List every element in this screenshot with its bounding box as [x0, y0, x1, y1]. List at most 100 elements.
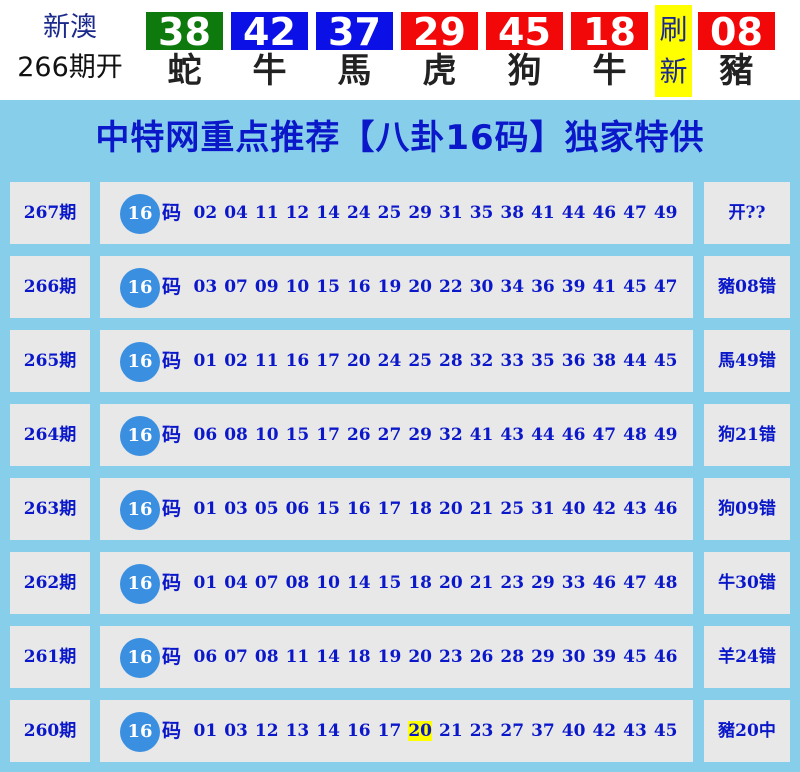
number-item: 21 — [466, 573, 497, 593]
prediction-table: 267期 16 码 02 04 11 12 14 24 25 29 31 35 38 41 44 46 47 49 开… — [0, 174, 800, 772]
number-item: 42 — [589, 721, 620, 741]
number-text: 35 — [531, 351, 555, 371]
number-item: 16 — [282, 351, 313, 371]
number-item: 27 — [497, 721, 528, 741]
result-cell: 羊24错 — [704, 626, 790, 688]
number-text: 42 — [592, 721, 617, 741]
number-item: 12 — [282, 203, 313, 223]
ball-number: 45 — [486, 12, 563, 52]
number-text: 31 — [531, 499, 555, 519]
number-item: 37 — [528, 721, 559, 741]
number-item: 20 — [405, 721, 436, 741]
number-text: 25 — [408, 351, 432, 371]
number-text: 15 — [316, 277, 340, 297]
table-row: 261期 16 码 06 07 08 11 14 18 19 20 23 26 28 29 30 39 45 46 羊… — [0, 622, 800, 692]
number-text: 27 — [500, 721, 525, 741]
result-cell: 豬08错 — [704, 256, 790, 318]
ball-1: 38 蛇 — [146, 12, 223, 92]
number-item: 31 — [436, 203, 467, 223]
table-row: 262期 16 码 01 04 07 08 10 14 15 18 20 21 23 29 33 46 47 48 牛… — [0, 548, 800, 618]
number-text: 22 — [439, 277, 463, 297]
number-item: 01 — [190, 351, 221, 371]
number-text: 32 — [439, 425, 463, 445]
ball-5: 45 狗 — [486, 12, 563, 92]
number-item: 21 — [466, 499, 497, 519]
period-cell: 267期 — [10, 182, 90, 244]
number-text: 07 — [254, 573, 279, 593]
number-item: 20 — [436, 499, 467, 519]
number-text: 29 — [531, 647, 555, 667]
number-item: 35 — [466, 203, 497, 223]
number-text: 23 — [469, 721, 494, 741]
number-item: 42 — [589, 499, 620, 519]
draw-number: 266期开 — [17, 52, 123, 83]
number-item: 46 — [650, 499, 681, 519]
number-item: 45 — [650, 351, 681, 371]
number-item: 02 — [221, 351, 252, 371]
number-text: 28 — [500, 647, 525, 667]
table-row: 265期 16 码 01 02 11 16 17 20 24 25 28 32 33 35 36 38 44 45 馬… — [0, 326, 800, 396]
number-text: 01 — [193, 499, 218, 519]
ma-label: 码 — [162, 276, 182, 298]
number-item: 29 — [528, 573, 559, 593]
number-text: 25 — [500, 499, 525, 519]
number-item: 13 — [282, 721, 313, 741]
number-text: 20 — [408, 277, 432, 297]
number-item: 44 — [558, 203, 589, 223]
number-item: 46 — [589, 203, 620, 223]
refresh-label-1: 刷 — [659, 13, 688, 46]
number-text: 16 — [346, 721, 371, 741]
number-text: 14 — [346, 573, 371, 593]
number-text: 46 — [592, 573, 617, 593]
number-item: 35 — [528, 351, 559, 371]
number-item: 14 — [313, 203, 344, 223]
number-item: 11 — [282, 647, 313, 667]
number-item: 03 — [221, 499, 252, 519]
numbers-cell: 16 码 01 03 12 13 14 16 17 20 21 23 27 37 40 42 43 45 — [100, 700, 693, 762]
number-text: 03 — [224, 499, 248, 519]
number-item: 28 — [497, 647, 528, 667]
table-row: 264期 16 码 06 08 10 15 17 26 27 29 32 41 43 44 46 47 48 49 狗… — [0, 400, 800, 470]
number-item: 29 — [405, 203, 436, 223]
number-text: 09 — [254, 277, 279, 297]
number-text: 10 — [285, 277, 310, 297]
number-item: 07 — [221, 277, 252, 297]
result-cell: 狗09错 — [704, 478, 790, 540]
number-item: 40 — [558, 721, 589, 741]
number-item: 29 — [528, 647, 559, 667]
number-item: 49 — [650, 203, 681, 223]
number-text: 31 — [439, 203, 463, 223]
number-text: 14 — [316, 647, 340, 667]
number-text: 19 — [377, 277, 402, 297]
period-cell: 263期 — [10, 478, 90, 540]
number-item: 49 — [650, 425, 681, 445]
count-badge: 16 — [120, 638, 160, 678]
number-text: 01 — [193, 721, 218, 741]
number-text: 23 — [500, 573, 525, 593]
numbers-cell: 16 码 01 02 11 16 17 20 24 25 28 32 33 35 36 38 44 45 — [100, 330, 693, 392]
number-item: 11 — [251, 351, 282, 371]
refresh-button[interactable]: 刷 新 — [655, 5, 692, 97]
ball-number: 42 — [231, 12, 308, 52]
number-item: 41 — [589, 277, 620, 297]
number-text: 30 — [469, 277, 494, 297]
number-item: 33 — [497, 351, 528, 371]
numbers-cell: 16 码 03 07 09 10 15 16 19 20 22 30 34 36 39 41 45 47 — [100, 256, 693, 318]
number-text: 20 — [439, 499, 463, 519]
number-text: 30 — [561, 647, 586, 667]
number-list: 01 02 11 16 17 20 24 25 28 32 33 35 36 38 44 45 — [190, 330, 681, 392]
period-cell: 266期 — [10, 256, 90, 318]
number-text: 40 — [561, 721, 586, 741]
number-item: 19 — [374, 647, 405, 667]
number-text: 17 — [316, 351, 340, 371]
number-item: 08 — [221, 425, 252, 445]
number-text: 45 — [623, 277, 647, 297]
number-item: 01 — [190, 499, 221, 519]
number-text: 24 — [346, 203, 371, 223]
number-text: 06 — [285, 499, 310, 519]
ball-zodiac: 馬 — [337, 51, 372, 91]
result-cell: 豬20中 — [704, 700, 790, 762]
number-text: 14 — [316, 721, 340, 741]
table-row: 267期 16 码 02 04 11 12 14 24 25 29 31 35 38 41 44 46 47 49 开… — [0, 178, 800, 248]
numbers-cell: 16 码 06 08 10 15 17 26 27 29 32 41 43 44 46 47 48 49 — [100, 404, 693, 466]
